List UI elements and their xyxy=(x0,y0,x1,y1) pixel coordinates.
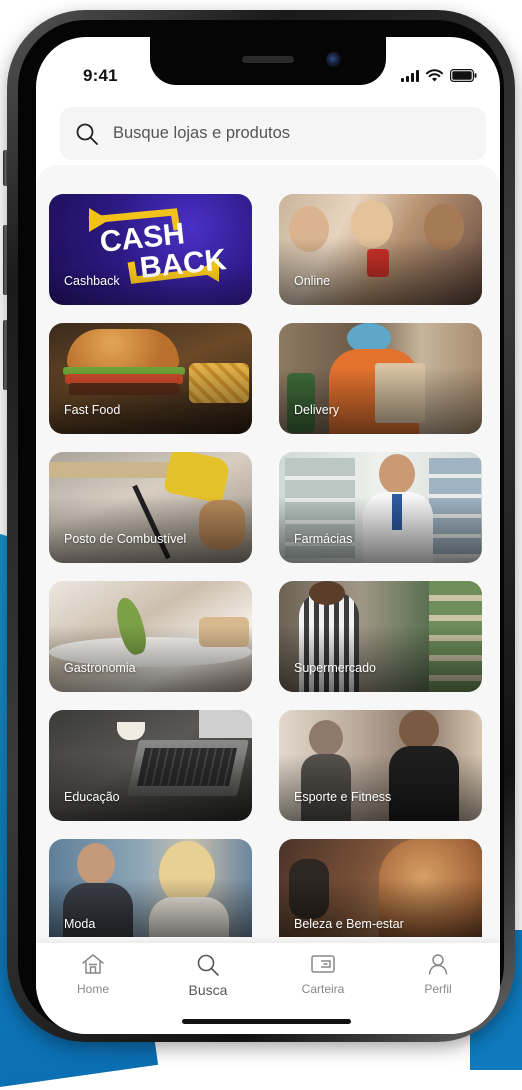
category-label: Esporte e Fitness xyxy=(294,790,392,804)
home-icon xyxy=(82,954,104,974)
category-tile-cashback[interactable]: CASH BACK Cashback xyxy=(49,194,252,305)
tab-label: Perfil xyxy=(424,982,452,996)
tab-label: Busca xyxy=(188,982,228,998)
search-icon xyxy=(197,954,219,976)
category-tile-educacao[interactable]: Educação xyxy=(49,710,252,821)
search-bar[interactable]: Busque lojas e produtos xyxy=(60,107,486,160)
tab-label: Carteira xyxy=(301,982,345,996)
category-label: Supermercado xyxy=(294,661,376,675)
tab-busca[interactable]: Busca xyxy=(163,953,253,998)
search-placeholder: Busque lojas e produtos xyxy=(113,124,291,142)
phone-screen: 9:41 Busque lojas e produtos CASH BACK C… xyxy=(36,37,500,1034)
status-time: 9:41 xyxy=(83,66,118,85)
category-tile-gastronomia[interactable]: Gastronomia xyxy=(49,581,252,692)
category-tile-online[interactable]: Online xyxy=(279,194,482,305)
category-tile-farmacias[interactable]: Farmácias xyxy=(279,452,482,563)
wifi-icon xyxy=(426,69,443,82)
tab-carteira[interactable]: Carteira xyxy=(278,953,368,996)
category-tile-esporte-e-fitness[interactable]: Esporte e Fitness xyxy=(279,710,482,821)
status-icons xyxy=(401,68,477,82)
category-label: Online xyxy=(294,274,331,288)
category-label: Posto de Combustível xyxy=(64,532,187,546)
tab-label: Home xyxy=(76,982,109,996)
tab-perfil[interactable]: Perfil xyxy=(393,953,483,996)
category-label: Moda xyxy=(64,917,96,931)
search-icon xyxy=(76,123,98,145)
category-label: Farmácias xyxy=(294,532,353,546)
category-tile-moda[interactable]: Moda xyxy=(49,839,252,937)
category-label: Gastronomia xyxy=(64,661,136,675)
category-label: Educação xyxy=(64,790,120,804)
categories-panel: CASH BACK Cashback Online Fast Food Deli… xyxy=(36,165,500,945)
category-tile-fast-food[interactable]: Fast Food xyxy=(49,323,252,434)
category-label: Beleza e Bem-estar xyxy=(294,917,404,931)
speaker xyxy=(242,56,294,63)
tab-home[interactable]: Home xyxy=(48,953,138,996)
notch xyxy=(150,37,386,85)
category-tile-supermercado[interactable]: Supermercado xyxy=(279,581,482,692)
wallet-icon xyxy=(311,955,335,973)
category-tile-beleza-e-bem-estar[interactable]: Beleza e Bem-estar xyxy=(279,839,482,937)
home-indicator xyxy=(182,1019,351,1024)
cellular-signal-icon xyxy=(401,70,419,82)
category-tile-delivery[interactable]: Delivery xyxy=(279,323,482,434)
category-label: Fast Food xyxy=(64,403,121,417)
category-label: Delivery xyxy=(294,403,340,417)
category-tile-posto-de-combustivel[interactable]: Posto de Combustível xyxy=(49,452,252,563)
front-camera xyxy=(326,52,341,67)
battery-icon xyxy=(450,69,477,82)
user-icon xyxy=(428,954,448,975)
category-label: Cashback xyxy=(64,274,120,288)
